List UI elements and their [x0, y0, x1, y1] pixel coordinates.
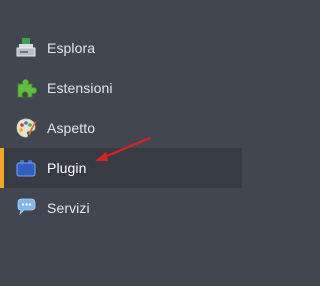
palette-icon	[14, 116, 38, 140]
sidebar-item-label: Estensioni	[47, 80, 113, 96]
sidebar-item-estensioni[interactable]: Estensioni	[0, 68, 242, 108]
sidebar-item-servizi[interactable]: Servizi	[0, 188, 242, 228]
plugin-block-icon	[14, 156, 38, 180]
puzzle-piece-icon	[14, 76, 38, 100]
sidebar-item-label: Plugin	[47, 160, 87, 176]
sidebar-item-esplora[interactable]: Esplora	[0, 28, 242, 68]
computer-icon	[14, 36, 38, 60]
sidebar-item-label: Esplora	[47, 40, 96, 56]
chat-bubble-icon	[14, 196, 38, 220]
sidebar-item-label: Aspetto	[47, 120, 96, 136]
sidebar-item-label: Servizi	[47, 200, 90, 216]
annotation-arrow-icon	[95, 136, 152, 161]
